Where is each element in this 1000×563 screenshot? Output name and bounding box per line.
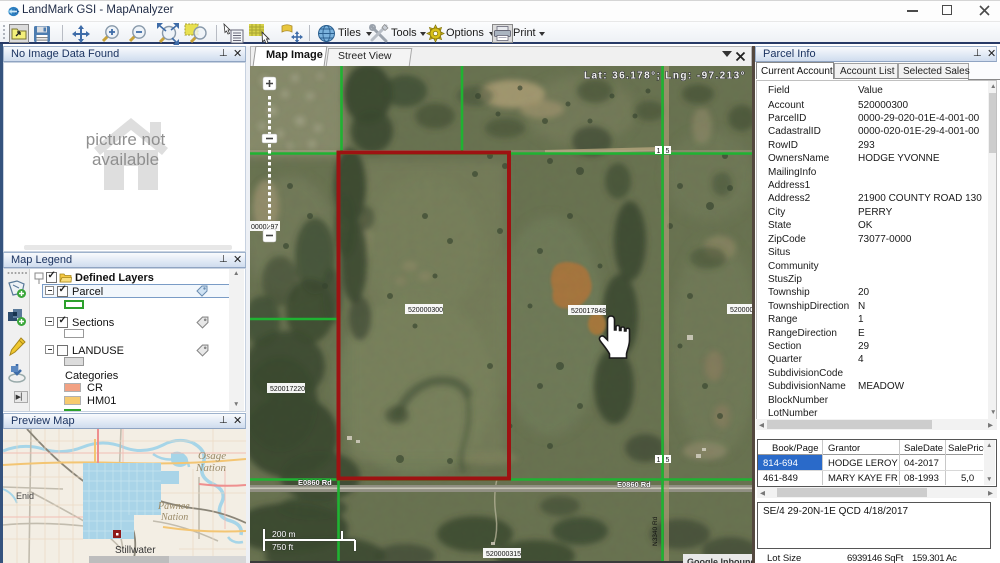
- svg-text:Lat: 36.178°; Lng: -97.213°: Lat: 36.178°; Lng: -97.213°: [584, 71, 746, 82]
- svg-text:200 m: 200 m: [272, 529, 296, 539]
- svg-text:Nation: Nation: [160, 512, 188, 523]
- svg-text:5: 5: [666, 457, 670, 464]
- svg-text:520000: 520000: [730, 307, 752, 314]
- svg-text:Google Inbound: Google Inbound: [687, 557, 752, 563]
- svg-text:1: 1: [657, 148, 661, 155]
- svg-text:520000315: 520000315: [486, 551, 521, 558]
- svg-text:750 ft: 750 ft: [272, 542, 294, 552]
- svg-text:520000300: 520000300: [408, 307, 443, 314]
- svg-text:1: 1: [657, 457, 661, 464]
- svg-text:N3340 Rd: N3340 Rd: [652, 516, 659, 546]
- svg-text:Enid: Enid: [16, 491, 34, 501]
- svg-text:520017848: 520017848: [571, 308, 606, 315]
- svg-text:520017220: 520017220: [270, 386, 305, 393]
- svg-text:E0860 Rd: E0860 Rd: [298, 478, 332, 487]
- svg-text:Stillwater: Stillwater: [115, 545, 156, 556]
- svg-text:E0860 Rd: E0860 Rd: [617, 480, 651, 489]
- svg-text:Nation: Nation: [195, 462, 226, 474]
- svg-text:5: 5: [666, 148, 670, 155]
- svg-text:Pawnee: Pawnee: [157, 501, 190, 512]
- svg-text:Osage: Osage: [198, 450, 226, 462]
